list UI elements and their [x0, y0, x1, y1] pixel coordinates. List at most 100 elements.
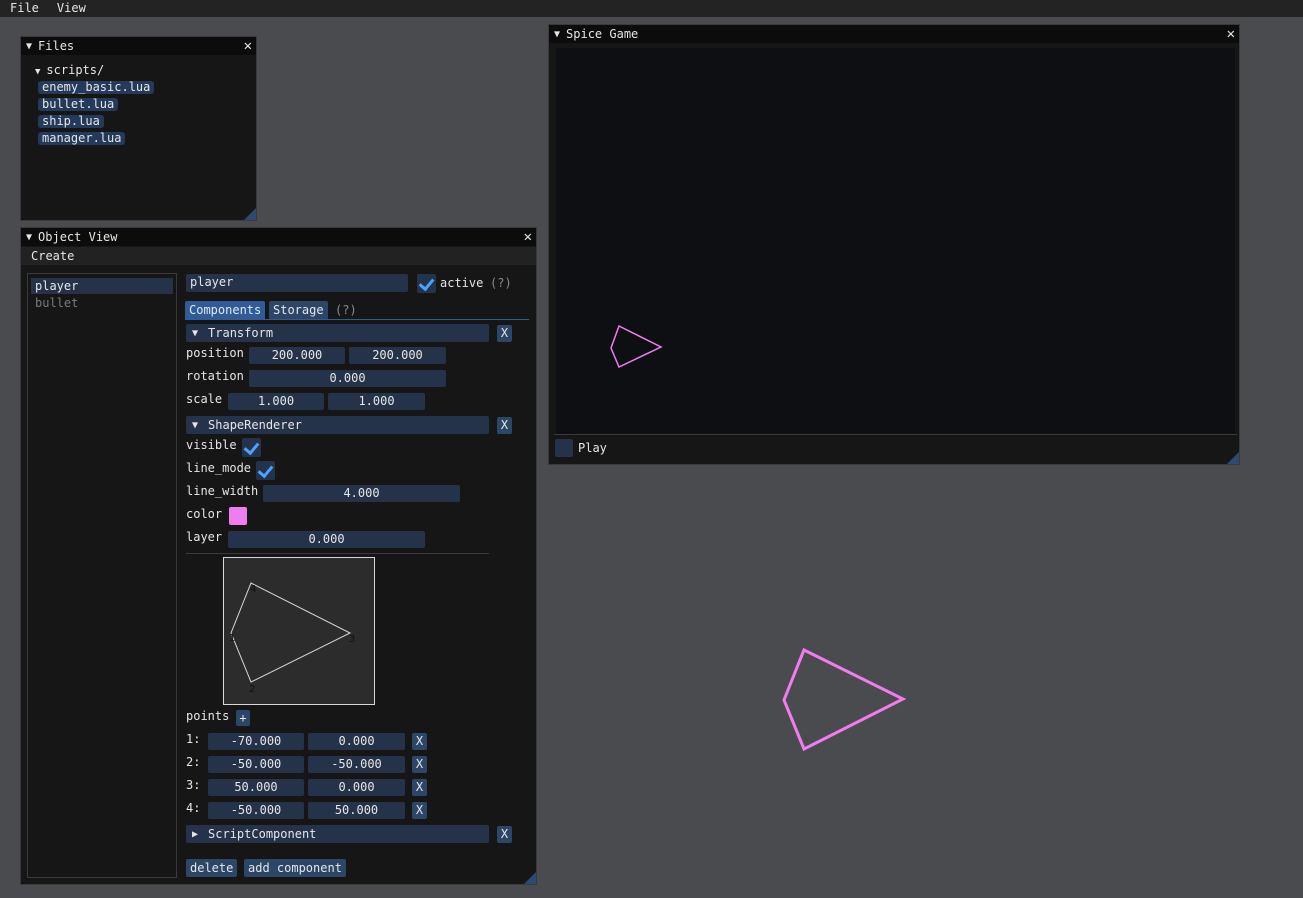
- color-swatch[interactable]: [229, 507, 247, 525]
- play-checkbox[interactable]: [555, 439, 573, 457]
- file-item-bullet[interactable]: bullet.lua: [38, 98, 119, 111]
- shape-renderer-header-label: ShapeRenderer: [208, 418, 302, 432]
- line-mode-label: line_mode: [186, 461, 252, 475]
- file-item-manager[interactable]: manager.lua: [38, 132, 126, 145]
- close-icon[interactable]: ✕: [244, 38, 252, 54]
- preview-point-label-2: 2: [249, 684, 255, 695]
- game-viewport-canvas: [610, 324, 663, 369]
- close-icon[interactable]: ✕: [524, 229, 532, 245]
- remove-point-2-button[interactable]: X: [412, 756, 427, 773]
- layer-input[interactable]: 0.000: [228, 531, 425, 548]
- collapse-icon: ▼: [192, 419, 199, 431]
- object-view-titlebar[interactable]: ▼ Object View ✕: [21, 228, 536, 246]
- line-width-input[interactable]: 4.000: [263, 485, 460, 502]
- scale-y-input[interactable]: 1.000: [328, 393, 425, 410]
- object-name-input[interactable]: player: [186, 274, 408, 292]
- preview-point-label-4: 4: [250, 584, 256, 595]
- shape-preview[interactable]: 1 2 3 4: [223, 557, 375, 705]
- close-icon[interactable]: ✕: [1227, 26, 1235, 42]
- create-menu[interactable]: Create: [31, 249, 74, 263]
- add-point-button[interactable]: +: [236, 710, 250, 726]
- tab-storage[interactable]: Storage: [269, 301, 328, 319]
- resize-grip[interactable]: [1227, 452, 1239, 464]
- files-window-title: Files: [38, 39, 75, 53]
- point-2-x-input[interactable]: -50.000: [208, 756, 304, 773]
- menu-view[interactable]: View: [47, 0, 94, 17]
- tabs-help[interactable]: (?): [335, 303, 357, 317]
- line-width-label: line_width: [186, 484, 259, 498]
- background-shape-canvas: [782, 647, 907, 752]
- preview-point-label-1: 1: [229, 633, 235, 644]
- point-4-x-input[interactable]: -50.000: [208, 802, 304, 819]
- delete-button[interactable]: delete: [186, 859, 238, 877]
- object-view-title: Object View: [38, 230, 118, 244]
- transform-header[interactable]: ▼ Transform: [186, 324, 489, 342]
- object-list-item-player[interactable]: player: [31, 278, 173, 294]
- active-label: active: [440, 276, 484, 290]
- points-label: points: [186, 709, 230, 723]
- position-x-input[interactable]: 200.000: [249, 347, 345, 364]
- files-window: ▼ Files ✕ ▼ scripts/ enemy_basic.lua bull…: [20, 36, 257, 221]
- separator: [186, 553, 489, 554]
- remove-shape-renderer-button[interactable]: X: [497, 417, 512, 434]
- game-viewport[interactable]: [556, 48, 1235, 434]
- shape-renderer-header[interactable]: ▼ ShapeRenderer: [186, 416, 489, 434]
- object-list: player bullet: [27, 273, 177, 878]
- position-y-input[interactable]: 200.000: [349, 347, 446, 364]
- point-index-4: 4:: [186, 801, 201, 815]
- point-2-y-input[interactable]: -50.000: [308, 756, 405, 773]
- file-item-ship[interactable]: ship.lua: [38, 115, 104, 128]
- script-component-header-label: ScriptComponent: [208, 827, 317, 841]
- game-window-titlebar[interactable]: ▼ Spice Game ✕: [549, 25, 1239, 43]
- transform-header-label: Transform: [208, 326, 274, 340]
- remove-script-component-button[interactable]: X: [497, 826, 512, 843]
- collapse-icon[interactable]: ▼: [26, 41, 32, 52]
- folder-label: scripts/: [46, 63, 105, 77]
- folder-expanded-icon: ▼: [35, 67, 41, 77]
- menu-bar: File View: [0, 0, 1303, 17]
- point-3-y-input[interactable]: 0.000: [308, 779, 405, 796]
- point-1-x-input[interactable]: -70.000: [208, 733, 304, 750]
- file-item-enemy-basic[interactable]: enemy_basic.lua: [38, 81, 155, 94]
- visible-checkbox[interactable]: [242, 438, 261, 457]
- point-index-3: 3:: [186, 778, 201, 792]
- background-ship-shape: [782, 647, 907, 752]
- resize-grip[interactable]: [524, 872, 536, 884]
- remove-point-3-button[interactable]: X: [412, 779, 427, 796]
- color-label: color: [186, 507, 223, 521]
- script-component-header[interactable]: ▶ ScriptComponent: [186, 825, 489, 843]
- point-index-2: 2:: [186, 755, 201, 769]
- layer-label: layer: [186, 530, 223, 544]
- resize-grip[interactable]: [244, 208, 256, 220]
- collapse-icon[interactable]: ▼: [26, 232, 32, 243]
- folder-scripts[interactable]: ▼ scripts/: [35, 63, 104, 77]
- play-label: Play: [578, 441, 607, 455]
- shape-preview-canvas: 1 2 3 4: [229, 582, 355, 695]
- game-window-title: Spice Game: [566, 27, 639, 41]
- preview-point-label-3: 3: [349, 634, 355, 645]
- rotation-input[interactable]: 0.000: [249, 370, 446, 387]
- scale-x-input[interactable]: 1.000: [228, 393, 324, 410]
- point-1-y-input[interactable]: 0.000: [308, 733, 405, 750]
- active-checkbox[interactable]: [417, 274, 436, 293]
- remove-point-4-button[interactable]: X: [412, 802, 427, 819]
- object-list-item-bullet[interactable]: bullet: [31, 295, 78, 311]
- rotation-label: rotation: [186, 369, 244, 383]
- remove-transform-button[interactable]: X: [497, 325, 512, 342]
- game-window-divider: [554, 434, 1237, 435]
- point-4-y-input[interactable]: 50.000: [308, 802, 405, 819]
- tab-components[interactable]: Components: [185, 301, 266, 319]
- menu-file[interactable]: File: [0, 0, 47, 17]
- point-3-x-input[interactable]: 50.000: [208, 779, 304, 796]
- game-window: ▼ Spice Game ✕ [data-name="play-checkbox…: [548, 24, 1240, 465]
- add-component-button[interactable]: add component: [244, 859, 346, 877]
- shape-preview-outline: [230, 582, 352, 683]
- collapse-icon[interactable]: ▼: [554, 29, 560, 40]
- collapse-icon: ▼: [192, 327, 199, 339]
- files-window-titlebar[interactable]: ▼ Files ✕: [21, 37, 256, 55]
- object-view-window: ▼ Object View ✕ Create player bullet pla…: [20, 227, 537, 885]
- line-mode-checkbox[interactable]: [256, 461, 275, 480]
- remove-point-1-button[interactable]: X: [412, 733, 427, 750]
- expand-icon: ▶: [192, 828, 199, 840]
- active-help[interactable]: (?): [490, 276, 512, 290]
